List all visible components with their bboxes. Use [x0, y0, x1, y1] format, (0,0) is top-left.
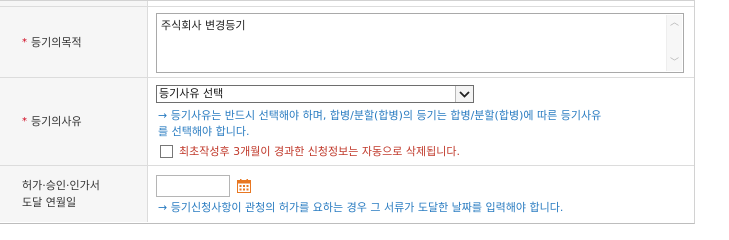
arrival-label-line2: 도달 연월일 — [22, 196, 77, 209]
form-row-reason: * 등기의사유 등기사유 선택 → 등기사유는 반드시 선택해야 하며, 합병/… — [0, 78, 694, 166]
arrival-cell: → 등기신청사항이 관청의 허가를 요하는 경우 그 서류가 도달한 날짜를 입… — [148, 166, 694, 222]
chevron-up-icon[interactable]: ︿ — [670, 18, 679, 28]
textarea-scrollbar[interactable]: ︿ ﹀ — [666, 15, 682, 71]
arrival-label: 허가·승인·인가서 도달 연월일 — [0, 166, 148, 222]
purpose-label-text: 등기의목적 — [31, 35, 82, 49]
calendar-icon[interactable] — [237, 179, 251, 193]
required-mark: * — [22, 36, 27, 48]
form-row-purpose: * 등기의목적 주식회사 변경등기 ︿ ﹀ — [0, 7, 694, 78]
reason-select[interactable]: 등기사유 선택 — [156, 85, 474, 103]
purpose-cell: 주식회사 변경등기 ︿ ﹀ — [148, 7, 694, 77]
chevron-down-icon[interactable]: ﹀ — [670, 58, 679, 68]
arrival-date-input[interactable] — [156, 175, 230, 197]
form-row-arrival-date: 허가·승인·인가서 도달 연월일 → 등기신청사항이 관청의 허가를 요하는 경… — [0, 166, 694, 222]
reason-select-value: 등기사유 선택 — [159, 87, 224, 100]
reason-notice-line2: 를 선택해야 합니다. — [158, 125, 250, 138]
reason-label-text: 등기의사유 — [31, 115, 82, 128]
registration-form: * 등기의목적 주식회사 변경등기 ︿ ﹀ * 등기의사유 등기사유 선택 → … — [0, 0, 695, 224]
purpose-textarea-value: 주식회사 변경등기 — [161, 19, 246, 32]
arrival-label-line1: 허가·승인·인가서 — [22, 179, 100, 192]
reason-notice-line1: → 등기사유는 반드시 선택해야 하며, 합병/분할(합병)의 등기는 합병/분… — [158, 109, 602, 122]
row-label-previous — [0, 1, 148, 6]
auto-delete-label: 최초작성후 3개월이 경과한 신청정보는 자동으로 삭제됩니다. — [179, 145, 460, 158]
dropdown-arrow-icon[interactable] — [455, 86, 473, 102]
purpose-label: * 등기의목적 — [0, 7, 148, 77]
purpose-textarea[interactable]: 주식회사 변경등기 ︿ ﹀ — [156, 13, 684, 73]
reason-cell: 등기사유 선택 → 등기사유는 반드시 선택해야 하며, 합병/분할(합병)의 … — [148, 78, 694, 165]
reason-label: * 등기의사유 — [0, 78, 148, 165]
auto-delete-checkbox[interactable] — [160, 144, 173, 158]
arrival-notice: → 등기신청사항이 관청의 허가를 요하는 경우 그 서류가 도달한 날짜를 입… — [158, 201, 564, 214]
required-mark: * — [22, 116, 27, 127]
auto-delete-option: 최초작성후 3개월이 경과한 신청정보는 자동으로 삭제됩니다. — [160, 143, 460, 159]
